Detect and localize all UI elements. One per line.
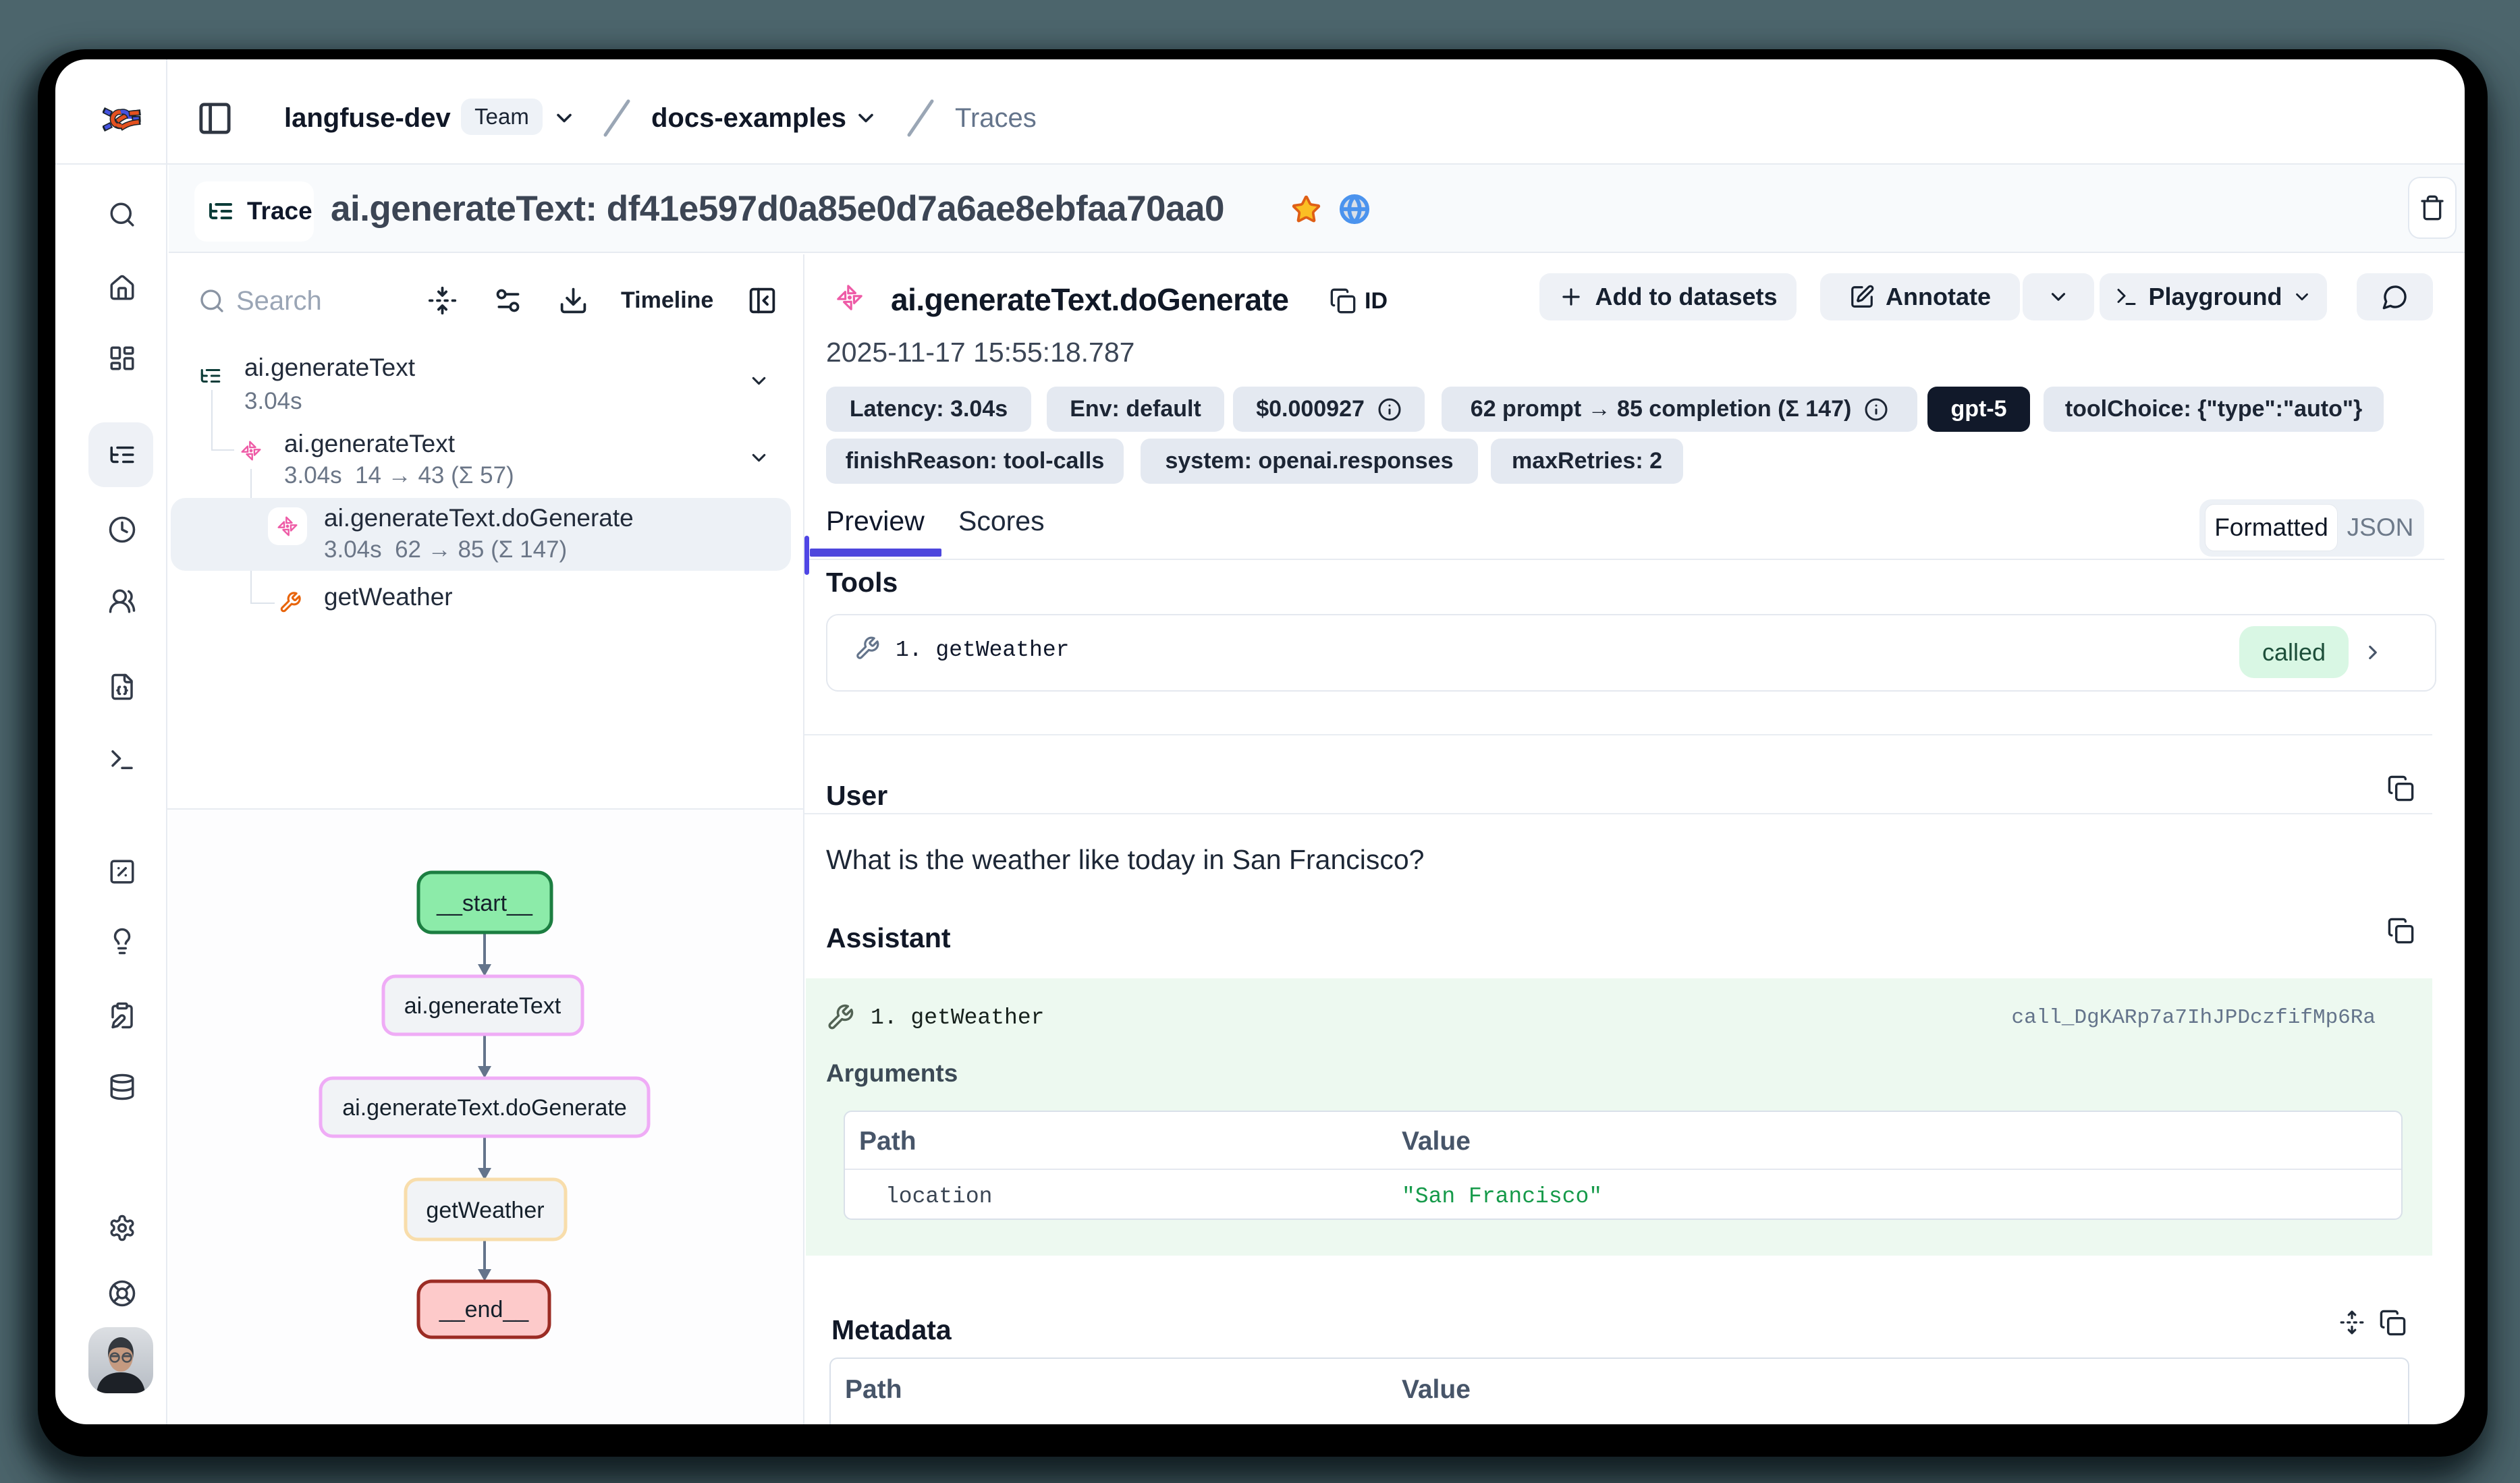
svg-text:__end__: __end__ [439,1297,529,1322]
svg-text:ai.generateText: ai.generateText [404,993,561,1019]
svg-text:ai.generateText.doGenerate: ai.generateText.doGenerate [342,1095,627,1121]
svg-text:__start__: __start__ [436,891,533,916]
svg-text:getWeather: getWeather [426,1198,544,1223]
